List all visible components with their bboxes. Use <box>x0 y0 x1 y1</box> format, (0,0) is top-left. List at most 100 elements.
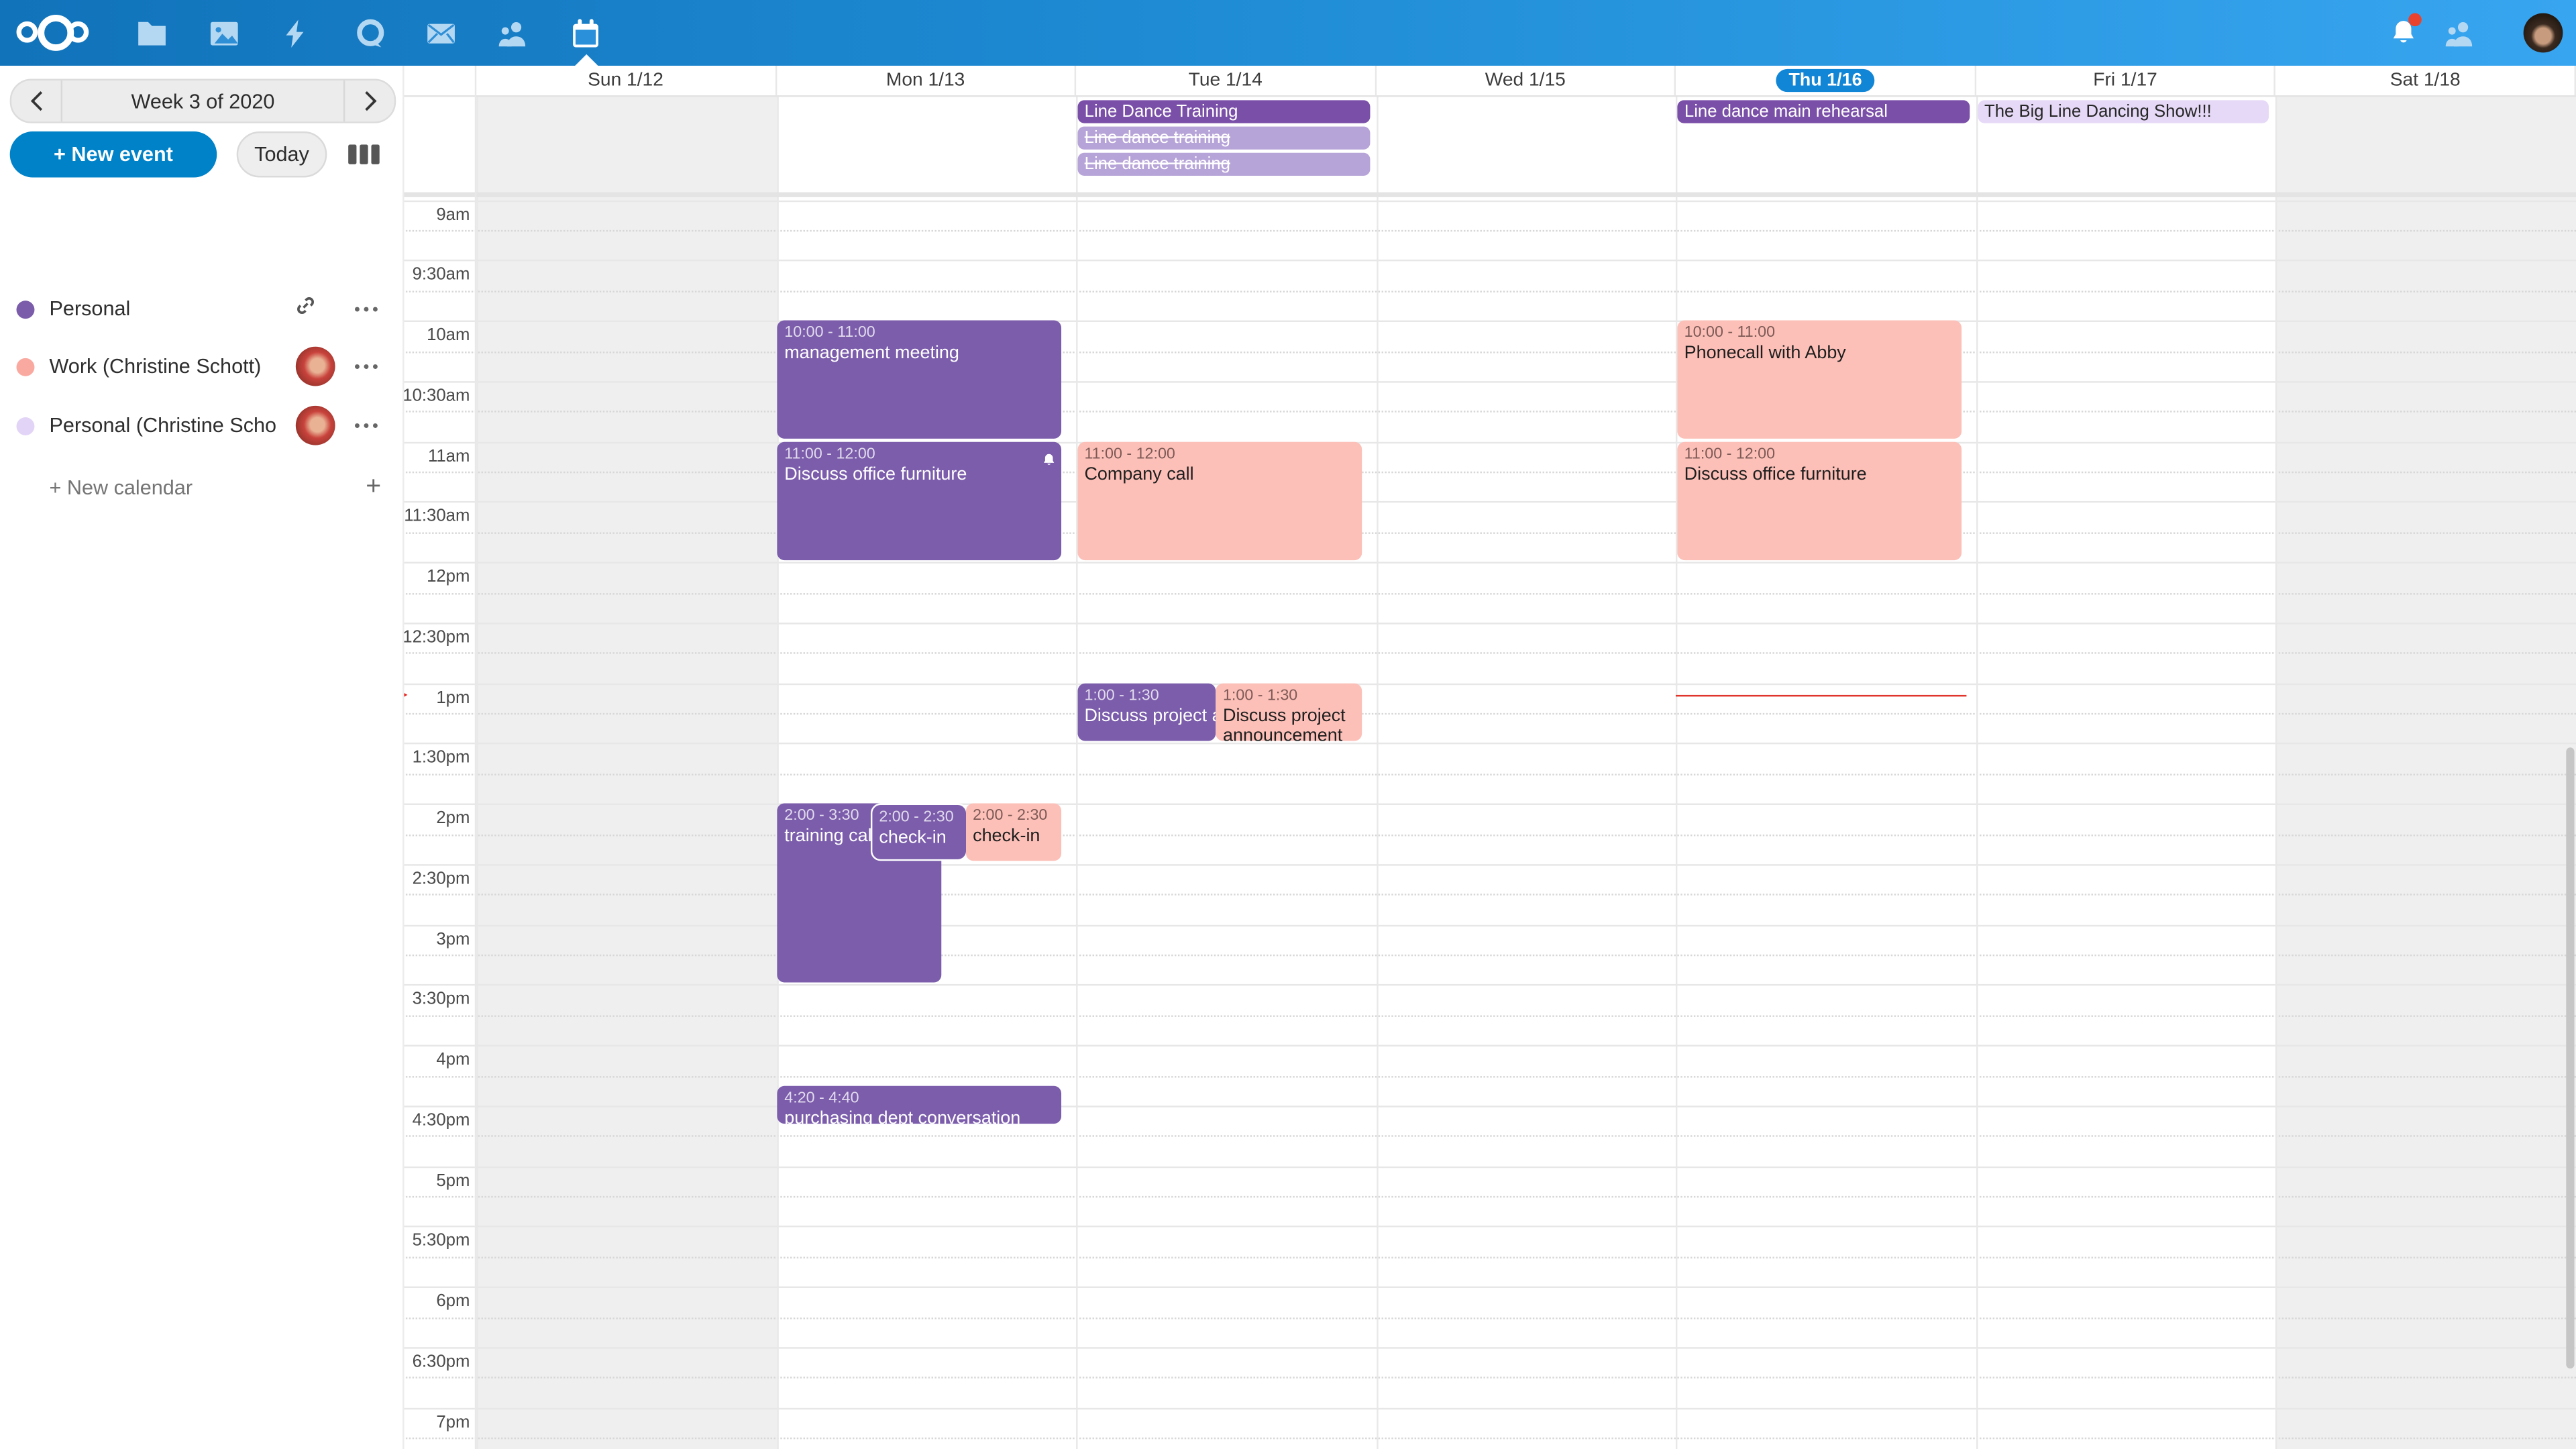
week-title[interactable]: Week 3 of 2020 <box>62 89 343 112</box>
calendar-event[interactable]: 2:00 - 2:30check-in <box>966 804 1061 861</box>
view-switcher-icon[interactable] <box>348 145 378 164</box>
nextcloud-logo-icon[interactable] <box>16 15 95 51</box>
new-calendar-label: + New calendar <box>49 476 193 499</box>
quarterhour-gridline <box>402 773 2576 775</box>
talk-icon[interactable] <box>337 0 402 66</box>
calendar-actions-menu-icon[interactable]: ●●● <box>354 361 382 372</box>
files-icon[interactable] <box>118 0 184 66</box>
next-week-button[interactable] <box>345 80 394 121</box>
time-label: 12pm <box>402 567 470 586</box>
allday-event[interactable]: Line dance main rehearsal <box>1678 100 1970 123</box>
quarterhour-gridline <box>402 894 2576 896</box>
quarterhour-gridline <box>402 411 2576 413</box>
today-pill: Thu 1/16 <box>1776 69 1875 92</box>
event-time: 2:00 - 2:30 <box>973 807 1055 826</box>
current-time-line <box>1676 695 1966 696</box>
notification-badge <box>2408 13 2422 27</box>
quarterhour-gridline <box>402 290 2576 292</box>
quarterhour-gridline <box>402 1196 2576 1197</box>
time-label: 4pm <box>402 1050 470 1069</box>
calendar-list-item[interactable]: Personal●●● <box>0 284 402 333</box>
allday-event[interactable]: The Big Line Dancing Show!!! <box>1978 100 2269 123</box>
day-header-sun[interactable]: Sun 1/12 <box>476 66 776 95</box>
time-label: 9:30am <box>402 265 470 284</box>
quarterhour-gridline <box>402 472 2576 473</box>
calendar-list-item[interactable]: Personal (Christine Scho… ●●● <box>0 401 402 450</box>
time-label: 10am <box>402 325 470 345</box>
calendar-event[interactable]: 1:00 - 1:30Discuss project announcement <box>1078 683 1217 741</box>
calendar-color-dot[interactable] <box>16 417 34 435</box>
halfhour-gridline <box>402 623 2576 624</box>
share-link-icon[interactable] <box>294 293 317 325</box>
calendar-event[interactable]: 10:00 - 11:00Phonecall with Abby <box>1678 321 1961 439</box>
time-label: 10:30am <box>402 386 470 405</box>
time-label: 3pm <box>402 929 470 949</box>
quarterhour-gridline <box>402 1377 2576 1379</box>
allday-event[interactable]: Line dance training <box>1078 153 1370 176</box>
quarterhour-gridline <box>402 834 2576 835</box>
column-border <box>776 66 777 1449</box>
contacts-menu-icon[interactable] <box>2426 0 2492 66</box>
weekend-column-shade <box>476 95 776 1449</box>
time-label: 5pm <box>402 1171 470 1190</box>
halfhour-gridline <box>402 381 2576 382</box>
day-header-row: Sun 1/12Mon 1/13Tue 1/14Wed 1/15 Thu 1/16… <box>402 66 2576 97</box>
calendar-actions-menu-icon[interactable]: ●●● <box>354 420 382 431</box>
calendar-event[interactable]: 4:20 - 4:40purchasing dept conversation <box>778 1085 1061 1123</box>
today-button[interactable]: Today <box>237 131 327 178</box>
activity-icon[interactable] <box>263 0 329 66</box>
calendar-color-dot[interactable] <box>16 300 34 318</box>
calendar-event[interactable]: 11:00 - 12:00Company call <box>1078 441 1361 559</box>
day-header-wed[interactable]: Wed 1/15 <box>1377 66 1676 95</box>
halfhour-gridline <box>402 743 2576 745</box>
allday-event[interactable]: Line Dance Training <box>1078 100 1370 123</box>
scrollbar-thumb[interactable] <box>2566 747 2574 1368</box>
column-border <box>1076 66 1077 1449</box>
user-avatar[interactable] <box>2524 13 2563 53</box>
calendar-event[interactable]: 10:00 - 11:00management meeting <box>778 321 1061 439</box>
calendar-list-item[interactable]: Work (Christine Schott)●●● <box>0 341 402 390</box>
vertical-scrollbar[interactable] <box>2566 747 2576 1368</box>
new-calendar-button[interactable]: + New calendar + <box>0 468 402 508</box>
event-title: Discuss project announcement <box>1223 706 1356 741</box>
event-time: 10:00 - 11:00 <box>1684 324 1955 343</box>
new-event-button[interactable]: + New event <box>10 131 217 178</box>
halfhour-gridline <box>402 924 2576 926</box>
event-time: 2:00 - 2:30 <box>879 808 959 828</box>
calendar-event[interactable]: 11:00 - 12:00Discuss office furniture <box>1678 441 1961 559</box>
halfhour-gridline <box>402 683 2576 684</box>
event-time: 1:00 - 1:30 <box>1084 686 1210 706</box>
halfhour-gridline <box>402 1166 2576 1167</box>
previous-week-button[interactable] <box>11 80 60 121</box>
calendar-app: Week 3 of 2020 + New event Today Persona… <box>0 0 2576 1449</box>
calendar-name: Personal (Christine Scho… <box>49 414 276 437</box>
event-title: Phonecall with Abby <box>1684 343 1955 364</box>
quarterhour-gridline <box>402 1015 2576 1016</box>
day-header-tue[interactable]: Tue 1/14 <box>1076 66 1376 95</box>
quarterhour-gridline <box>402 592 2576 594</box>
time-label: 1pm <box>402 688 470 707</box>
time-label: 11am <box>402 446 470 466</box>
calendar-event[interactable]: 1:00 - 1:30Discuss project announcement <box>1216 683 1362 741</box>
calendar-event[interactable]: 2:00 - 2:30check-in <box>871 804 967 861</box>
calendar-actions-menu-icon[interactable]: ●●● <box>354 303 382 315</box>
event-title: purchasing dept conversation <box>784 1108 1055 1123</box>
day-header-sat[interactable]: Sat 1/18 <box>2276 66 2576 95</box>
event-title: Discuss project announcement <box>1084 706 1210 727</box>
day-header-mon[interactable]: Mon 1/13 <box>776 66 1076 95</box>
time-label: 1:30pm <box>402 748 470 767</box>
time-label: 3:30pm <box>402 989 470 1009</box>
allday-event[interactable]: Line dance training <box>1078 127 1370 150</box>
calendar-color-dot[interactable] <box>16 358 34 376</box>
photos-icon[interactable] <box>191 0 256 66</box>
calendar-event[interactable]: 11:00 - 12:00Discuss office furniture <box>778 441 1061 559</box>
quarterhour-gridline <box>402 1136 2576 1137</box>
mail-icon[interactable] <box>407 0 473 66</box>
day-header-fri[interactable]: Fri 1/17 <box>1976 66 2276 95</box>
event-time: 4:20 - 4:40 <box>784 1089 1055 1108</box>
contacts-icon[interactable] <box>480 0 545 66</box>
day-header-thu[interactable]: Thu 1/16 <box>1676 66 1976 95</box>
quarterhour-gridline <box>402 653 2576 654</box>
sidebar: Week 3 of 2020 + New event Today Persona… <box>0 66 404 1449</box>
halfhour-gridline <box>402 502 2576 503</box>
